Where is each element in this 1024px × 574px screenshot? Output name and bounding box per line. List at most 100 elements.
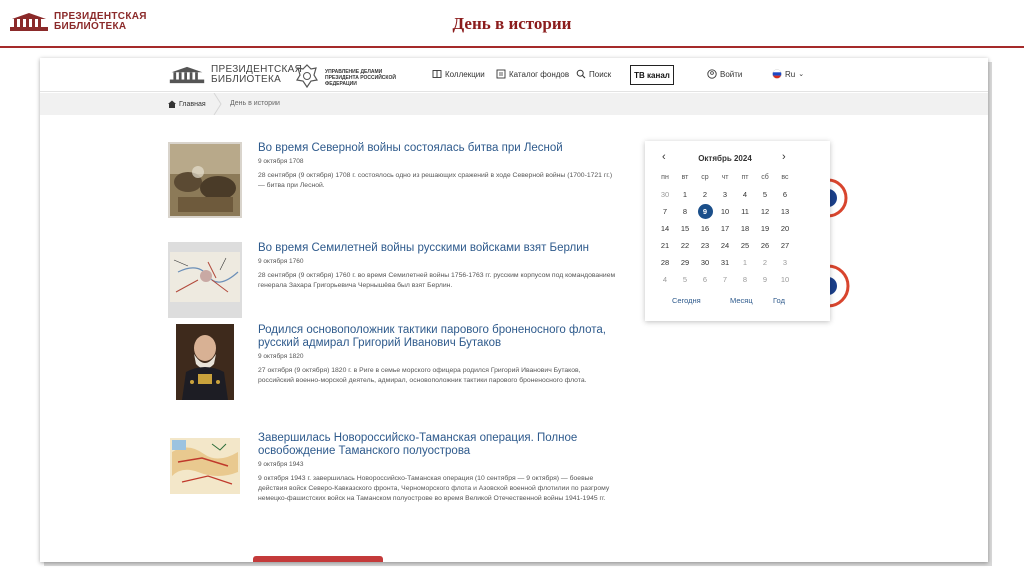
calendar-day[interactable]: 30 [655,188,675,201]
home-icon [168,100,176,108]
article-summary: 28 сентября (9 октября) 1760 г. во время… [258,272,616,289]
nav-collections-label: Коллекции [445,69,485,79]
footer-red-bar [253,556,383,562]
article-date: 9 октября 1760 [258,258,304,265]
calendar-day[interactable]: 30 [695,256,715,269]
chevron-down-icon: ⌄ [798,71,805,78]
weekday-label: сб [761,174,769,181]
calendar-day[interactable]: 17 [715,222,735,235]
breadcrumb-home-label: Главная [179,100,206,108]
next-month-button[interactable]: › [782,151,786,163]
slide: ПРЕЗИДЕНТСКАЯ БИБЛИОТЕКА День в истории [0,0,1024,574]
org-caption: Управление делами Президента Российской … [325,69,396,87]
taman-map-image [168,432,242,508]
breadcrumb-separator [213,93,222,115]
book-icon [432,70,442,78]
calendar-day[interactable]: 23 [695,239,715,252]
article-title[interactable]: Во время Семилетней войны русскими войск… [258,242,618,255]
calendar-day[interactable]: 14 [655,222,675,235]
header-divider [0,46,1024,48]
breadcrumb-current: День в истории [230,100,280,107]
berlin-map-image [168,242,242,318]
calendar-week-row: 7 8 9 10 11 12 13 [655,204,805,219]
article-summary: 9 октября 1943 г. завершилась Новороссий… [258,475,610,502]
nav-catalog-label: Каталог фондов [509,69,570,79]
calendar-day[interactable]: 29 [675,256,695,269]
state-emblem-icon [296,64,318,89]
nav-catalog[interactable]: Каталог фондов [496,69,569,79]
slide-title: День в истории [452,14,572,33]
calendar-day[interactable]: 26 [755,239,775,252]
calendar-day[interactable]: 4 [655,273,675,286]
article-summary: 27 октября (9 октября) 1820 г. в Риге в … [258,367,587,384]
admiral-portrait-image [168,324,242,400]
breadcrumb: Главная День в истории [40,93,988,115]
calendar-day[interactable]: 10 [775,273,795,286]
calendar-month-button[interactable]: Месяц [730,296,753,305]
calendar-day[interactable]: 7 [715,273,735,286]
calendar-day[interactable]: 1 [735,256,755,269]
calendar-day[interactable]: 2 [695,188,715,201]
calendar-day[interactable]: 6 [695,273,715,286]
library-building-icon [169,66,205,84]
weekday-label: пт [741,174,749,181]
site-logo-line2: БИБЛИОТЕКА [211,74,282,85]
calendar-week-row: 30 1 2 3 4 5 6 [655,188,805,201]
calendar-day[interactable]: 3 [775,256,795,269]
calendar-day[interactable]: 25 [735,239,755,252]
calendar-day[interactable]: 19 [755,222,775,235]
site-header: ПРЕЗИДЕНТСКАЯ БИБЛИОТЕКА Управление дела… [40,58,988,92]
calendar-today-button[interactable]: Сегодня [672,296,701,305]
nav-search-label: Поиск [589,69,612,79]
battle-painting-image [168,142,242,218]
article-title[interactable]: Завершилась Новороссийско-Таманская опер… [258,432,618,458]
calendar-day[interactable]: 5 [675,273,695,286]
site-logo[interactable]: ПРЕЗИДЕНТСКАЯ БИБЛИОТЕКА [168,65,302,85]
calendar-day[interactable]: 5 [755,188,775,201]
calendar-day[interactable]: 18 [735,222,755,235]
article-title[interactable]: Во время Северной войны состоялась битва… [258,142,618,155]
calendar-day[interactable]: 20 [775,222,795,235]
calendar-week-row: 14 15 16 17 18 19 20 [655,222,805,235]
calendar-day[interactable]: 8 [675,205,695,218]
calendar-day-selected[interactable]: 9 [695,204,715,219]
calendar-day[interactable]: 31 [715,256,735,269]
calendar-day[interactable]: 3 [715,188,735,201]
calendar-day[interactable]: 22 [675,239,695,252]
calendar-day[interactable]: 2 [755,256,775,269]
catalog-icon [496,69,506,79]
calendar-day[interactable]: 6 [775,188,795,201]
nav-collections[interactable]: Коллекции [432,69,485,79]
calendar-day[interactable]: 10 [715,205,735,218]
calendar-day[interactable]: 27 [775,239,795,252]
calendar-week-row: 28 29 30 31 1 2 3 [655,256,805,269]
weekday-label: вс [781,174,789,181]
calendar-day[interactable]: 16 [695,222,715,235]
calendar-day[interactable]: 13 [775,205,795,218]
calendar-day[interactable]: 21 [655,239,675,252]
calendar-day[interactable]: 11 [735,205,755,218]
russia-flag-icon [772,69,782,79]
calendar-day[interactable]: 4 [735,188,755,201]
calendar-day[interactable]: 7 [655,205,675,218]
breadcrumb-home[interactable]: Главная [168,100,206,108]
calendar-day[interactable]: 28 [655,256,675,269]
search-icon [576,69,586,79]
tv-channel-button[interactable]: ТВ канал [630,65,674,85]
calendar-day[interactable]: 8 [735,273,755,286]
calendar-day[interactable]: 15 [675,222,695,235]
nav-login[interactable]: Войти [707,69,742,79]
user-icon [707,69,717,79]
calendar-week-row: 21 22 23 24 25 26 27 [655,239,805,252]
language-selector[interactable]: Ru ⌄ [772,69,804,79]
article-summary: 28 сентября (9 октября) 1708 г. состояло… [258,172,613,189]
weekday-label: ср [701,174,709,181]
calendar-day[interactable]: 24 [715,239,735,252]
calendar-day[interactable]: 12 [755,205,775,218]
calendar-day[interactable]: 1 [675,188,695,201]
website-screenshot: ПРЕЗИДЕНТСКАЯ БИБЛИОТЕКА Управление дела… [40,58,988,562]
calendar-year-button[interactable]: Год [773,296,785,305]
calendar-day[interactable]: 9 [755,273,775,286]
article-title[interactable]: Родился основоположник тактики парового … [258,324,618,350]
nav-search[interactable]: Поиск [576,69,611,79]
